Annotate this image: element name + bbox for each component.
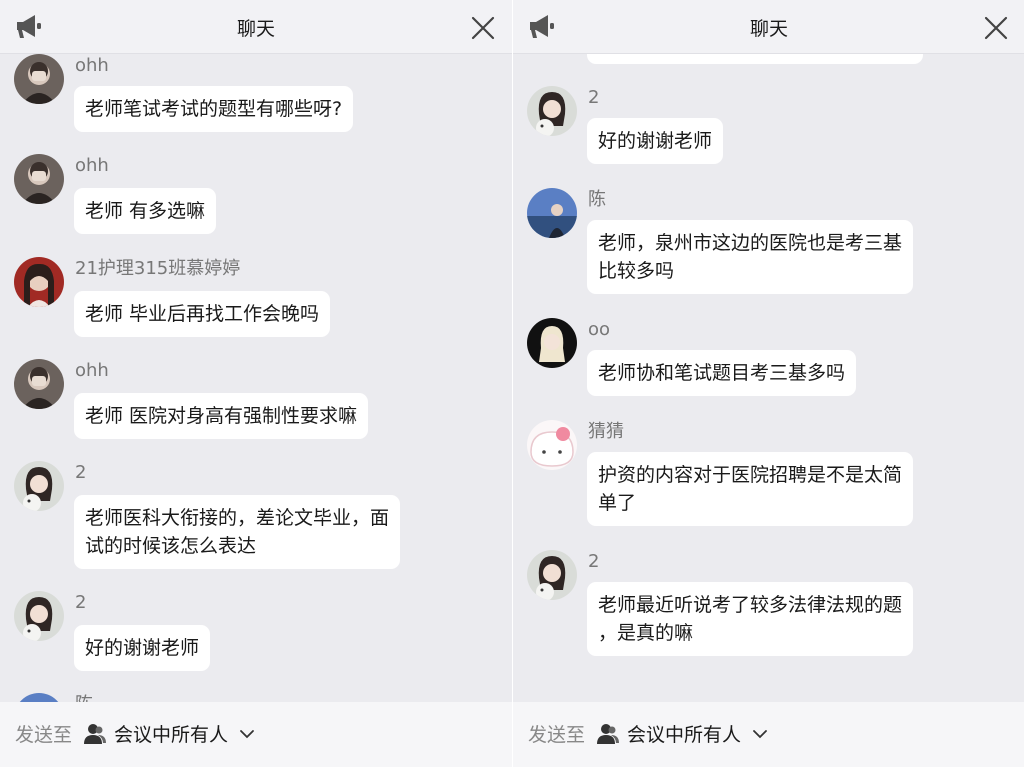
- send-target-selector[interactable]: 会议中所有人: [627, 720, 741, 747]
- message-text: 单了: [598, 492, 637, 514]
- message-text: 老师协和笔试题目考三基多吗: [598, 362, 846, 384]
- chat-panel-right: 聊天 2 好的谢谢老师 陈 老师，泉州市这边的医院也是考三基 比较多吗 oo 老…: [512, 0, 1024, 767]
- avatar[interactable]: [14, 461, 64, 511]
- sender-name: ohh: [75, 55, 109, 76]
- sender-name: oo: [588, 319, 611, 340]
- message-bubble[interactable]: 老师协和笔试题目考三基多吗: [587, 350, 857, 396]
- avatar[interactable]: [527, 188, 577, 238]
- send-to-label: 发送至: [528, 724, 586, 746]
- message-text: 老师笔试考试的题型有哪些呀?: [85, 98, 343, 120]
- avatar[interactable]: [14, 591, 64, 641]
- sender-name: 2: [75, 462, 87, 483]
- message-text: 老师最近听说考了较多法律法规的题: [598, 594, 903, 616]
- message-text: ，是真的嘛: [598, 622, 694, 644]
- close-icon[interactable]: [470, 15, 496, 41]
- avatar[interactable]: [527, 318, 577, 368]
- avatar[interactable]: [14, 693, 64, 702]
- chevron-down-icon[interactable]: [752, 728, 768, 740]
- message-bubble-partial: [587, 54, 923, 64]
- sender-name: 21护理315班慕婷婷: [75, 258, 241, 279]
- message-bubble[interactable]: 老师 有多选嘛: [74, 188, 217, 234]
- send-target-bar: 发送至 会议中所有人: [0, 702, 512, 767]
- chat-header: 聊天: [513, 0, 1024, 54]
- chat-panel-left: 聊天 ohh 老师笔试考试的题型有哪些呀? ohh 老师 有多选嘛 21护理31…: [0, 0, 512, 767]
- chat-title: 聊天: [749, 18, 788, 40]
- sender-name: 2: [588, 87, 600, 108]
- send-target-bar: 发送至 会议中所有人: [513, 702, 1024, 767]
- message-list[interactable]: ohh 老师笔试考试的题型有哪些呀? ohh 老师 有多选嘛 21护理315班慕: [0, 54, 512, 702]
- chevron-down-icon[interactable]: [239, 728, 255, 740]
- sender-name: 陈: [75, 693, 93, 702]
- chat-title: 聊天: [236, 18, 275, 40]
- message-bubble[interactable]: 护资的内容对于医院招聘是不是太简 单了: [587, 452, 914, 526]
- avatar[interactable]: [527, 550, 577, 600]
- chat-header: 聊天: [0, 0, 512, 54]
- person-icon: [597, 724, 619, 744]
- close-icon[interactable]: [983, 15, 1009, 41]
- message-text: 老师，泉州市这边的医院也是考三基: [598, 232, 903, 254]
- avatar[interactable]: [14, 257, 64, 307]
- message-bubble[interactable]: 老师 医院对身高有强制性要求嘛: [74, 393, 369, 439]
- message-text: 老师医科大衔接的，差论文毕业，面: [85, 507, 390, 529]
- person-icon: [84, 724, 106, 744]
- message-bubble[interactable]: 老师，泉州市这边的医院也是考三基 比较多吗: [587, 220, 914, 294]
- message-list[interactable]: 2 好的谢谢老师 陈 老师，泉州市这边的医院也是考三基 比较多吗 oo 老师协和…: [513, 54, 1024, 702]
- message-text: 好的谢谢老师: [85, 637, 200, 659]
- sender-name: 2: [588, 551, 600, 572]
- send-target-selector[interactable]: 会议中所有人: [114, 720, 228, 747]
- message-bubble[interactable]: 老师笔试考试的题型有哪些呀?: [74, 86, 354, 132]
- send-to-label: 发送至: [15, 724, 73, 746]
- avatar[interactable]: [14, 154, 64, 204]
- app-window: 聊天 ohh 老师笔试考试的题型有哪些呀? ohh 老师 有多选嘛 21护理31…: [0, 0, 1024, 767]
- message-text: 老师 有多选嘛: [85, 200, 206, 222]
- message-text: 好的谢谢老师: [598, 130, 713, 152]
- sender-name: 猜猜: [588, 421, 624, 442]
- message-text: 老师 医院对身高有强制性要求嘛: [85, 405, 358, 427]
- message-bubble[interactable]: 老师最近听说考了较多法律法规的题 ，是真的嘛: [587, 582, 914, 656]
- avatar[interactable]: [527, 86, 577, 136]
- avatar[interactable]: [527, 420, 577, 470]
- message-bubble[interactable]: 好的谢谢老师: [587, 118, 724, 164]
- message-bubble[interactable]: 老师医科大衔接的，差论文毕业，面 试的时候该怎么表达: [74, 495, 401, 569]
- message-text: 护资的内容对于医院招聘是不是太简: [598, 464, 903, 486]
- sender-name: ohh: [75, 155, 109, 176]
- sender-name: 2: [75, 592, 87, 613]
- avatar[interactable]: [14, 359, 64, 409]
- message-text: 比较多吗: [598, 260, 675, 282]
- message-text: 试的时候该怎么表达: [85, 535, 257, 557]
- message-text: 老师 毕业后再找工作会晚吗: [85, 303, 320, 325]
- message-bubble[interactable]: 好的谢谢老师: [74, 625, 211, 671]
- avatar[interactable]: [14, 54, 64, 104]
- message-bubble[interactable]: 老师 毕业后再找工作会晚吗: [74, 291, 331, 337]
- sender-name: ohh: [75, 360, 109, 381]
- sender-name: 陈: [588, 189, 606, 210]
